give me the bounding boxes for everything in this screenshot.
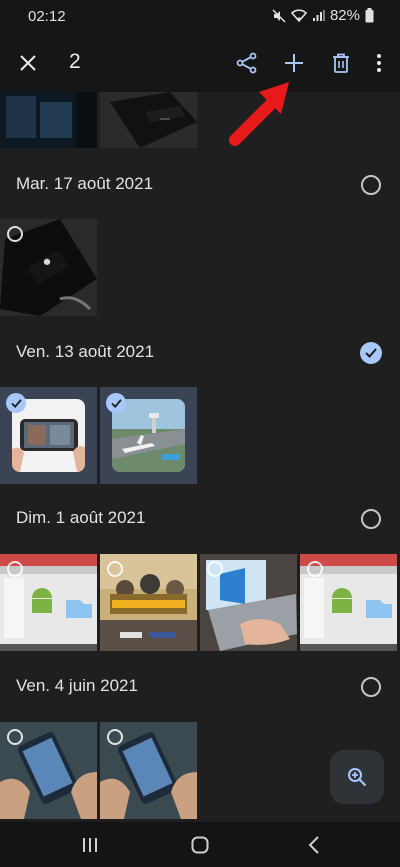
plus-icon: [285, 54, 303, 72]
select-photo-checkbox[interactable]: [7, 561, 23, 577]
date-label: Dim. 1 août 2021: [16, 508, 146, 527]
trash-icon: [333, 53, 349, 73]
photo-thumbnail[interactable]: [0, 722, 97, 819]
photo-thumbnail[interactable]: [100, 92, 197, 148]
select-photo-checkbox[interactable]: [107, 729, 123, 745]
recents-button[interactable]: [70, 830, 110, 860]
wifi-icon: [290, 9, 307, 22]
photo-thumbnail[interactable]: [300, 554, 397, 651]
system-nav-bar: [0, 822, 400, 867]
photo-grid[interactable]: Mar. 17 août 2021 Ven. 13 août 2021 Dim.…: [0, 92, 400, 822]
signal-icon: [312, 10, 325, 21]
date-header: Ven. 4 juin 2021: [0, 656, 400, 718]
zoom-button[interactable]: [330, 750, 384, 804]
select-day-checkbox[interactable]: [361, 175, 381, 195]
photo-thumbnail[interactable]: [100, 554, 197, 651]
back-icon: [308, 836, 319, 854]
check-icon: [365, 348, 377, 358]
select-photo-checkbox-checked[interactable]: [6, 393, 26, 413]
battery-percent: 82%: [329, 7, 360, 24]
battery-icon: [365, 8, 374, 23]
select-photo-checkbox-checked[interactable]: [106, 393, 126, 413]
date-label: Ven. 13 août 2021: [16, 342, 155, 361]
select-day-checkbox[interactable]: [361, 677, 381, 697]
photo-thumbnail[interactable]: [200, 554, 297, 651]
more-options-button[interactable]: [360, 44, 398, 82]
selection-toolbar: 2: [0, 34, 400, 92]
share-icon: [236, 52, 257, 74]
date-label: Mar. 17 août 2021: [16, 174, 154, 193]
select-photo-checkbox[interactable]: [207, 561, 223, 577]
select-day-checkbox[interactable]: [361, 509, 381, 529]
select-photo-checkbox[interactable]: [307, 561, 323, 577]
date-header: Ven. 13 août 2021: [0, 322, 400, 384]
more-vert-icon: [377, 54, 381, 72]
red-arrow-annotation: [229, 82, 289, 146]
dark-device-photo: [0, 92, 97, 148]
check-icon: [10, 398, 22, 408]
date-header: Dim. 1 août 2021: [0, 488, 400, 550]
selected-count: 2: [69, 50, 81, 73]
close-icon: [20, 55, 36, 71]
date-header: Mar. 17 août 2021: [0, 154, 400, 216]
home-icon: [191, 836, 209, 854]
status-time: 02:12: [28, 8, 66, 25]
zoom-in-icon: [348, 768, 367, 787]
back-button[interactable]: [294, 830, 334, 860]
delete-button[interactable]: [322, 44, 360, 82]
date-label: Ven. 4 juin 2021: [16, 676, 138, 695]
status-bar: 02:12 82%: [0, 0, 400, 34]
black-device-on-table: [100, 92, 197, 148]
photo-thumbnail[interactable]: [100, 722, 197, 819]
photo-thumbnail-selected[interactable]: [0, 387, 97, 484]
home-button[interactable]: [180, 830, 220, 860]
select-photo-checkbox[interactable]: [107, 561, 123, 577]
add-to-button[interactable]: [275, 44, 313, 82]
recents-icon: [83, 838, 97, 852]
select-day-checkbox-checked[interactable]: [360, 342, 382, 364]
photo-thumbnail-selected[interactable]: [100, 387, 197, 484]
mute-icon: [272, 8, 286, 23]
photo-thumbnail[interactable]: [0, 554, 97, 651]
photo-thumbnail[interactable]: [0, 92, 97, 148]
close-selection-button[interactable]: [9, 44, 47, 82]
select-photo-checkbox[interactable]: [7, 226, 23, 242]
select-photo-checkbox[interactable]: [7, 729, 23, 745]
check-icon: [110, 398, 122, 408]
photo-thumbnail[interactable]: [0, 219, 97, 316]
status-icons: 82%: [272, 7, 374, 24]
share-button[interactable]: [228, 44, 266, 82]
